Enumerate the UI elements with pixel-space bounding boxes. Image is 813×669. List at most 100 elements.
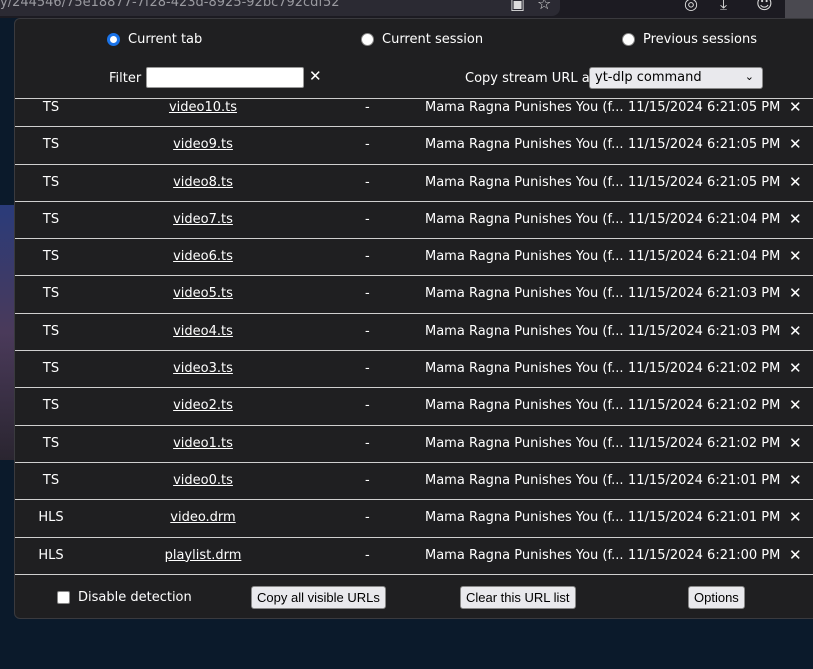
page-title-cell: Mama Ragna Punishes You (f... xyxy=(425,211,624,227)
stream-detector-popup: Current tab Current session Previous ses… xyxy=(14,18,813,619)
page-title-cell: Mama Ragna Punishes You (f... xyxy=(425,472,624,488)
tab-label: Previous sessions xyxy=(643,32,757,47)
copy-format-label: Copy stream URL as xyxy=(465,71,597,86)
copy-format-value: yt-dlp command xyxy=(595,70,702,85)
delete-icon[interactable]: ✕ xyxy=(789,99,802,116)
account-icon[interactable]: ☺ xyxy=(756,0,773,13)
radio-icon xyxy=(361,33,374,46)
bookmark-star-icon[interactable]: ☆ xyxy=(537,0,551,13)
reader-icon[interactable]: ▣ xyxy=(510,0,525,13)
stream-type: TS xyxy=(42,398,60,414)
stream-filename-link[interactable]: video3.ts xyxy=(153,361,253,376)
stream-size: - xyxy=(365,398,370,414)
disable-detection-checkbox[interactable] xyxy=(57,591,70,604)
stream-filename-link[interactable]: video10.ts xyxy=(153,100,253,115)
table-row: TS video5.ts - Mama Ragna Punishes You (f..… xyxy=(15,276,813,314)
page-title-cell: Mama Ragna Punishes You (f... xyxy=(425,249,624,265)
copy-format-select[interactable]: yt-dlp command ⌄ xyxy=(589,67,763,89)
stream-filename-link[interactable]: video7.ts xyxy=(153,212,253,227)
address-bar[interactable]: y/244546/75e18877-7f28-423d-8925-92bc792… xyxy=(0,0,560,16)
clear-filter-icon[interactable]: ✕ xyxy=(309,67,322,85)
delete-icon[interactable]: ✕ xyxy=(789,359,802,377)
delete-icon[interactable]: ✕ xyxy=(789,284,802,302)
filter-row: Filter ✕ Copy stream URL as yt-dlp comma… xyxy=(15,67,813,89)
timestamp: 11/15/2024 6:21:00 PM xyxy=(628,547,781,563)
table-row: TS video0.ts - Mama Ragna Punishes You (f..… xyxy=(15,463,813,501)
table-row: TS video2.ts - Mama Ragna Punishes You (f..… xyxy=(15,388,813,426)
stream-filename-link[interactable]: video.drm xyxy=(153,510,253,525)
timestamp: 11/15/2024 6:21:02 PM xyxy=(628,435,781,451)
stream-filename-link[interactable]: video6.ts xyxy=(153,249,253,264)
timestamp: 11/15/2024 6:21:02 PM xyxy=(628,398,781,414)
page-title-cell: Mama Ragna Punishes You (f... xyxy=(425,435,624,451)
radio-icon xyxy=(622,33,635,46)
page-title-cell: Mama Ragna Punishes You (f... xyxy=(425,100,624,115)
table-row: TS video4.ts - Mama Ragna Punishes You (f..… xyxy=(15,314,813,352)
stream-size: - xyxy=(365,472,370,488)
table-row: HLS video.drm - Mama Ragna Punishes You (f.… xyxy=(15,500,813,538)
copy-all-urls-button[interactable]: Copy all visible URLs xyxy=(251,586,386,609)
filter-input[interactable] xyxy=(146,67,304,88)
timestamp: 11/15/2024 6:21:01 PM xyxy=(628,510,781,526)
stream-type: TS xyxy=(42,174,60,190)
stream-size: - xyxy=(365,137,370,153)
delete-icon[interactable]: ✕ xyxy=(789,322,802,340)
stream-filename-link[interactable]: video0.ts xyxy=(153,473,253,488)
pocket-icon[interactable]: ◎ xyxy=(684,0,698,13)
timestamp: 11/15/2024 6:21:04 PM xyxy=(628,249,781,265)
source-tabs: Current tab Current session Previous ses… xyxy=(15,32,813,52)
page-title-cell: Mama Ragna Punishes You (f... xyxy=(425,361,624,377)
radio-selected-icon xyxy=(107,33,120,46)
stream-filename-link[interactable]: video5.ts xyxy=(153,286,253,301)
stream-filename-link[interactable]: video4.ts xyxy=(153,324,253,339)
stream-size: - xyxy=(365,174,370,190)
delete-icon[interactable]: ✕ xyxy=(789,434,802,452)
table-row: TS video3.ts - Mama Ragna Punishes You (f..… xyxy=(15,351,813,389)
page-title-cell: Mama Ragna Punishes You (f... xyxy=(425,137,624,153)
table-row: TS video10.ts - Mama Ragna Punishes You (f.… xyxy=(15,99,813,128)
page-title-cell: Mama Ragna Punishes You (f... xyxy=(425,510,624,526)
delete-icon[interactable]: ✕ xyxy=(789,210,802,228)
stream-filename-link[interactable]: video2.ts xyxy=(153,398,253,413)
timestamp: 11/15/2024 6:21:05 PM xyxy=(628,100,781,115)
stream-filename-link[interactable]: video9.ts xyxy=(153,137,253,152)
tab-current-session[interactable]: Current session xyxy=(361,32,483,47)
stream-type: TS xyxy=(42,323,60,339)
timestamp: 11/15/2024 6:21:05 PM xyxy=(628,137,781,153)
delete-icon[interactable]: ✕ xyxy=(789,173,802,191)
stream-type: TS xyxy=(42,249,60,265)
table-row: HLS playlist.drm - Mama Ragna Punishes You … xyxy=(15,538,813,575)
delete-icon[interactable]: ✕ xyxy=(789,546,802,564)
footer: Disable detection Copy all visible URLs … xyxy=(15,586,813,610)
tab-current-tab[interactable]: Current tab xyxy=(107,32,202,47)
chevron-down-icon: ⌄ xyxy=(744,70,754,83)
extension-button[interactable] xyxy=(785,0,813,18)
delete-icon[interactable]: ✕ xyxy=(789,247,802,265)
stream-size: - xyxy=(365,211,370,227)
tab-previous-sessions[interactable]: Previous sessions xyxy=(622,32,757,47)
timestamp: 11/15/2024 6:21:04 PM xyxy=(628,211,781,227)
table-row: TS video9.ts - Mama Ragna Punishes You (f..… xyxy=(15,127,813,165)
tab-label: Current tab xyxy=(128,32,203,47)
delete-icon[interactable]: ✕ xyxy=(789,471,802,489)
options-button[interactable]: Options xyxy=(688,586,745,609)
page-title-cell: Mama Ragna Punishes You (f... xyxy=(425,398,624,414)
stream-filename-link[interactable]: video8.ts xyxy=(153,175,253,190)
stream-filename-link[interactable]: video1.ts xyxy=(153,436,253,451)
stream-type: TS xyxy=(42,472,60,488)
stream-type: TS xyxy=(42,211,60,227)
filter-label: Filter xyxy=(109,71,142,86)
stream-type: HLS xyxy=(38,510,64,526)
timestamp: 11/15/2024 6:21:03 PM xyxy=(628,323,781,339)
delete-icon[interactable]: ✕ xyxy=(789,396,802,414)
stream-size: - xyxy=(365,249,370,265)
page-title-cell: Mama Ragna Punishes You (f... xyxy=(425,323,624,339)
disable-detection-label[interactable]: Disable detection xyxy=(78,590,192,605)
stream-size: - xyxy=(365,100,370,115)
stream-filename-link[interactable]: playlist.drm xyxy=(153,548,253,563)
download-icon[interactable]: ⤓ xyxy=(720,0,727,14)
stream-size: - xyxy=(365,323,370,339)
delete-icon[interactable]: ✕ xyxy=(789,135,802,153)
delete-icon[interactable]: ✕ xyxy=(789,508,802,526)
clear-url-list-button[interactable]: Clear this URL list xyxy=(460,586,576,609)
